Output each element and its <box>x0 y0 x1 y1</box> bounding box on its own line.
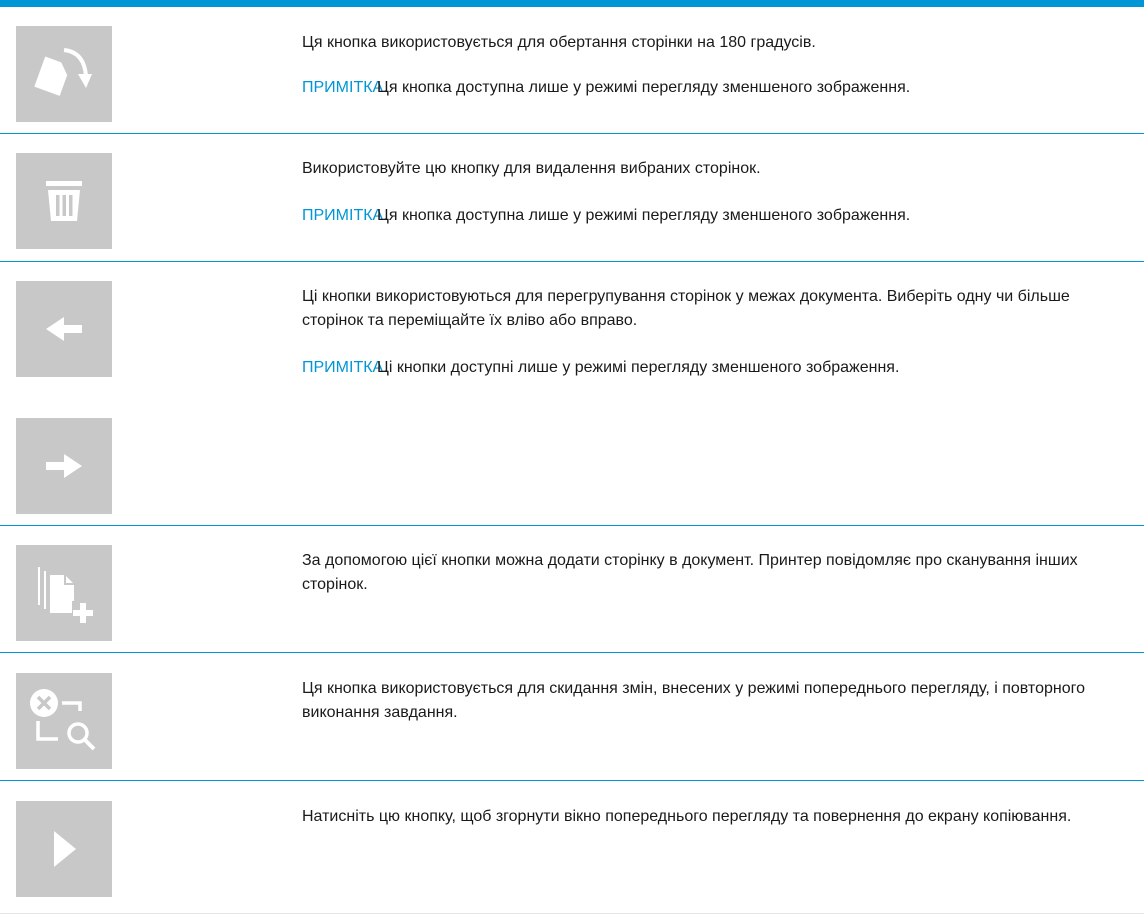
description: Ця кнопка використовується для обертання… <box>302 34 816 51</box>
trash-icon <box>46 181 82 221</box>
description: Ці кнопки використовуються для перегрупу… <box>302 288 1070 329</box>
row-separator <box>0 133 1144 134</box>
rotate-page-button[interactable] <box>16 26 112 122</box>
description: Натисніть цю кнопку, щоб згорнути вікно … <box>302 808 1072 825</box>
note: ПРИМІТКА.Ця кнопка доступна лише у режим… <box>302 76 910 100</box>
move-left-button[interactable] <box>16 281 112 377</box>
delete-pages-button[interactable] <box>16 153 112 249</box>
arrow-right-icon <box>46 454 82 478</box>
add-page-button[interactable] <box>16 545 112 641</box>
note-label: ПРИМІТКА. <box>302 79 388 96</box>
row-separator <box>0 652 1144 653</box>
row-separator <box>0 780 1144 781</box>
add-page-icon <box>38 567 94 623</box>
rotate-page-icon <box>34 48 92 96</box>
note: ПРИМІТКА.Ці кнопки доступні лише у режим… <box>302 356 899 380</box>
play-icon <box>54 831 76 867</box>
collapse-preview-button[interactable] <box>16 801 112 897</box>
note-text: Ця кнопка доступна лише у режимі перегля… <box>377 79 911 96</box>
top-rule <box>0 0 1144 7</box>
reset-preview-icon <box>30 689 96 751</box>
arrow-left-icon <box>46 317 82 341</box>
note-text: Ці кнопки доступні лише у режимі перегля… <box>377 359 900 376</box>
row-separator <box>0 261 1144 262</box>
row-separator <box>0 913 1144 914</box>
move-right-button[interactable] <box>16 418 112 514</box>
description: За допомогою цієї кнопки можна додати ст… <box>302 552 1078 593</box>
note-label: ПРИМІТКА. <box>302 207 388 224</box>
note-text: Ця кнопка доступна лише у режимі перегля… <box>377 207 911 224</box>
row-separator <box>0 525 1144 526</box>
reset-preview-button[interactable] <box>16 673 112 769</box>
description: Використовуйте цю кнопку для видалення в… <box>302 160 761 177</box>
note: ПРИМІТКА.Ця кнопка доступна лише у режим… <box>302 204 910 228</box>
note-label: ПРИМІТКА. <box>302 359 388 376</box>
description: Ця кнопка використовується для скидання … <box>302 680 1085 721</box>
